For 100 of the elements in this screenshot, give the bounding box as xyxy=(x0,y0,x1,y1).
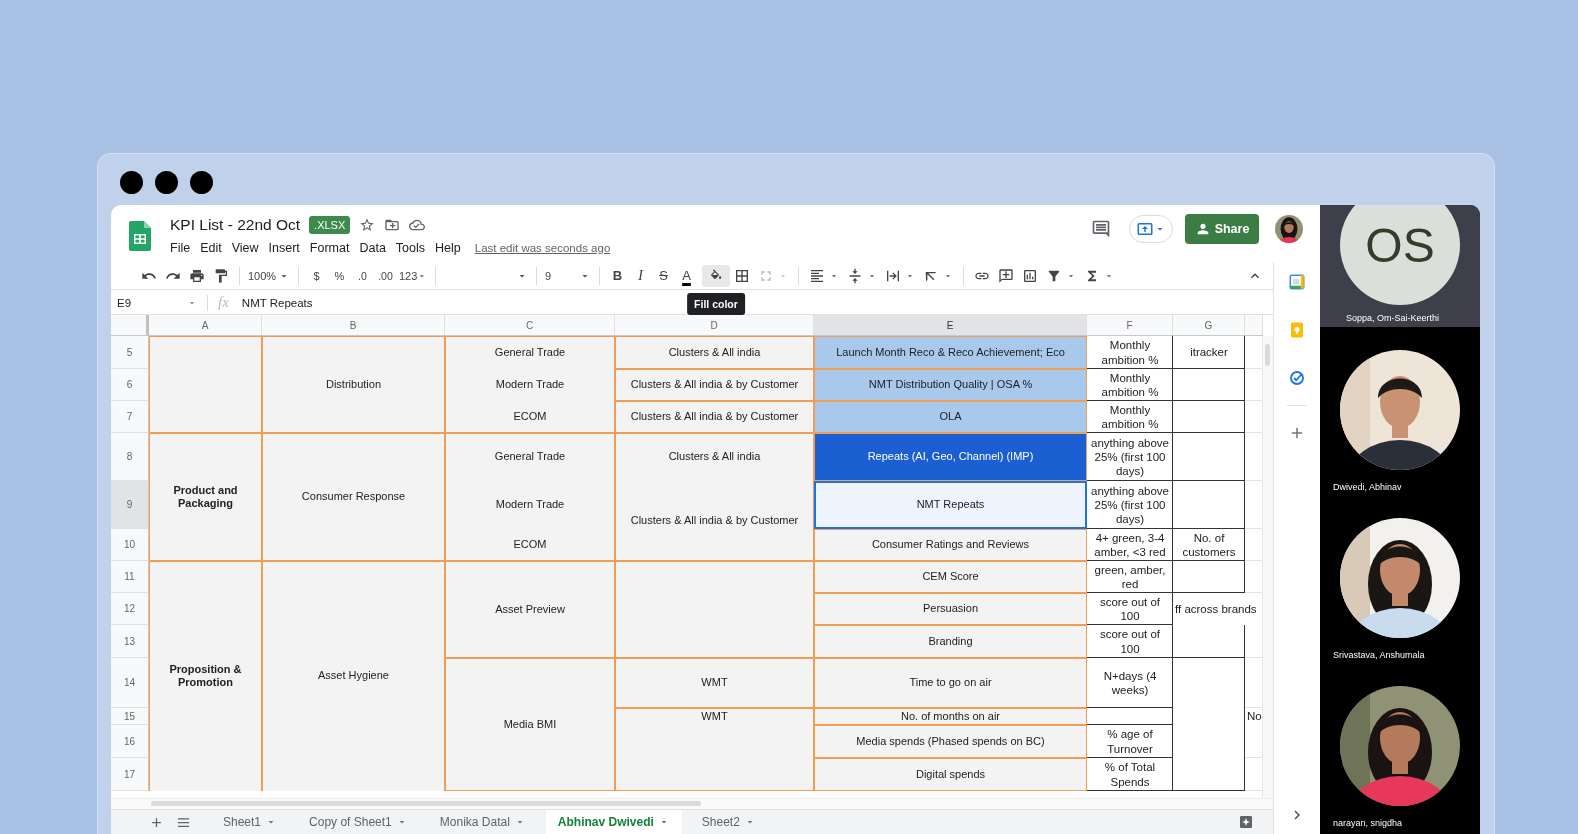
column-header[interactable]: F xyxy=(1087,315,1173,335)
name-box[interactable]: E9 xyxy=(111,296,187,309)
column-header[interactable]: E xyxy=(814,315,1087,335)
sheets-logo-icon[interactable] xyxy=(129,221,151,251)
currency-button[interactable]: $ xyxy=(305,269,328,282)
table-cell[interactable]: Modern Trade xyxy=(445,481,615,529)
window-dot[interactable] xyxy=(120,171,143,194)
table-cell[interactable]: Monthly ambition % xyxy=(1087,336,1173,369)
table-cell[interactable] xyxy=(615,725,814,791)
table-cell[interactable] xyxy=(1173,658,1245,791)
bold-button[interactable]: B xyxy=(606,268,629,283)
window-dot[interactable] xyxy=(190,171,213,194)
explore-icon[interactable] xyxy=(1238,814,1254,830)
row-header[interactable]: 16 xyxy=(111,725,149,758)
table-cell[interactable]: Modern Trade xyxy=(445,369,615,401)
table-cell[interactable] xyxy=(615,561,814,658)
table-cell[interactable]: N+days (4 weeks) xyxy=(1087,658,1173,708)
table-cell[interactable]: % of Total Spends xyxy=(1087,758,1173,791)
table-cell[interactable]: anything above 25% (first 100 days) xyxy=(1087,481,1173,529)
font-size-dropdown[interactable]: 9 xyxy=(543,264,593,287)
fill-color-icon[interactable] xyxy=(702,264,730,287)
zoom-dropdown[interactable]: 100% xyxy=(246,264,292,287)
table-cell[interactable]: Launch Month Reco & Reco Achievement; Eco xyxy=(814,336,1087,369)
sheet-tab[interactable]: Copy of Sheet1 xyxy=(297,810,420,834)
menu-item[interactable]: Tools xyxy=(395,241,426,255)
table-cell[interactable]: itracker xyxy=(1173,336,1245,369)
menu-item[interactable]: Help xyxy=(435,241,461,255)
strikethrough-button[interactable]: S xyxy=(652,268,675,283)
row-header[interactable]: 13 xyxy=(111,625,149,658)
menu-item[interactable]: Format xyxy=(309,241,350,255)
row-header[interactable]: 17 xyxy=(111,758,149,791)
cloud-icon[interactable] xyxy=(409,217,426,233)
table-cell[interactable]: No. of customers xyxy=(1173,529,1245,561)
table-cell[interactable] xyxy=(149,336,262,433)
table-cell[interactable]: Consumer Ratings and Reviews xyxy=(814,529,1087,561)
formula-input[interactable]: NMT Repeats xyxy=(241,296,313,309)
row-header[interactable]: 8 xyxy=(111,433,149,481)
table-cell[interactable]: General Trade xyxy=(445,433,615,481)
table-cell[interactable]: Digital spends xyxy=(814,758,1087,791)
menu-item[interactable]: View xyxy=(231,241,259,255)
table-cell[interactable]: Clusters & All india & by Customer xyxy=(615,401,814,433)
table-cell[interactable] xyxy=(1173,561,1245,593)
table-cell[interactable]: Media BMI xyxy=(445,658,615,791)
comments-icon[interactable] xyxy=(1091,219,1111,239)
table-cell[interactable]: No. of months on air xyxy=(814,708,1087,725)
table-cell[interactable]: Clusters & All india xyxy=(615,433,814,481)
share-button[interactable]: Share xyxy=(1185,214,1259,244)
sheet-tab[interactable]: Abhinav Dwivedi xyxy=(545,810,682,834)
table-cell[interactable]: Media spends (Phased spends on BC) xyxy=(814,725,1087,758)
table-cell[interactable] xyxy=(1173,401,1245,433)
window-dot[interactable] xyxy=(155,171,178,194)
table-cell[interactable]: anything above 25% (first 100 days) xyxy=(1087,433,1173,481)
table-cell[interactable]: Persuasion xyxy=(814,593,1087,625)
table-cell[interactable] xyxy=(1173,433,1245,481)
table-cell[interactable]: Clusters & All india & by Customer xyxy=(615,481,814,561)
table-cell[interactable] xyxy=(1087,708,1173,725)
document-title[interactable]: KPI List - 22nd Oct xyxy=(170,216,301,234)
table-cell[interactable]: NMT Repeats xyxy=(814,481,1087,529)
column-header[interactable]: B xyxy=(262,315,445,335)
table-cell[interactable]: Repeats (AI, Geo, Channel) (IMP) xyxy=(814,433,1087,481)
table-cell[interactable]: OLA xyxy=(814,401,1087,433)
text-color-button[interactable]: A xyxy=(675,268,698,283)
menu-item[interactable]: Edit xyxy=(200,241,222,255)
row-header[interactable]: 9 xyxy=(111,481,149,529)
row-header[interactable]: 6 xyxy=(111,369,149,401)
table-cell[interactable]: Monthly ambition % xyxy=(1087,369,1173,401)
table-cell[interactable]: Asset Preview xyxy=(445,561,615,658)
table-cell[interactable]: Product and Packaging xyxy=(149,433,262,561)
table-cell[interactable]: Asset Hygiene xyxy=(262,561,445,791)
row-header[interactable]: 11 xyxy=(111,561,149,593)
menu-item[interactable]: File xyxy=(170,241,191,255)
sheet-tab[interactable]: Sheet1 xyxy=(211,810,290,834)
table-cell[interactable]: WMT xyxy=(615,708,814,725)
table-cell[interactable]: NMT Distribution Quality | OSA % xyxy=(814,369,1087,401)
decrease-decimal-button[interactable]: .0 xyxy=(351,269,374,282)
row-header[interactable]: 10 xyxy=(111,529,149,561)
sheet-tab[interactable]: Monika Datal xyxy=(427,810,538,834)
table-cell[interactable]: Consumer Response xyxy=(262,433,445,561)
table-cell[interactable]: Branding xyxy=(814,625,1087,658)
folder-icon[interactable] xyxy=(384,217,401,233)
column-header[interactable]: A xyxy=(149,315,262,335)
tasks-icon[interactable] xyxy=(1288,369,1306,387)
table-cell[interactable]: Clusters & All india & by Customer xyxy=(615,369,814,401)
sheet-tab[interactable]: Sheet2 xyxy=(689,810,768,834)
table-cell[interactable]: Proposition & Promotion xyxy=(149,561,262,791)
scrollbar[interactable] xyxy=(1262,336,1273,798)
row-header[interactable]: 15 xyxy=(111,708,149,725)
table-cell[interactable]: WMT xyxy=(615,658,814,708)
table-cell[interactable]: Time to go on air xyxy=(814,658,1087,708)
table-cell[interactable] xyxy=(1173,481,1245,529)
scrollbar[interactable] xyxy=(111,798,1273,809)
table-cell[interactable]: General Trade xyxy=(445,336,615,369)
increase-decimal-button[interactable]: .00 xyxy=(374,269,397,282)
percent-button[interactable]: % xyxy=(328,269,351,282)
table-cell[interactable] xyxy=(1173,625,1245,658)
table-cell[interactable]: score out of 100 xyxy=(1087,625,1173,658)
italic-button[interactable]: I xyxy=(629,267,652,284)
menu-item[interactable]: Insert xyxy=(268,241,300,255)
table-cell[interactable] xyxy=(1173,369,1245,401)
row-header[interactable]: 14 xyxy=(111,658,149,708)
